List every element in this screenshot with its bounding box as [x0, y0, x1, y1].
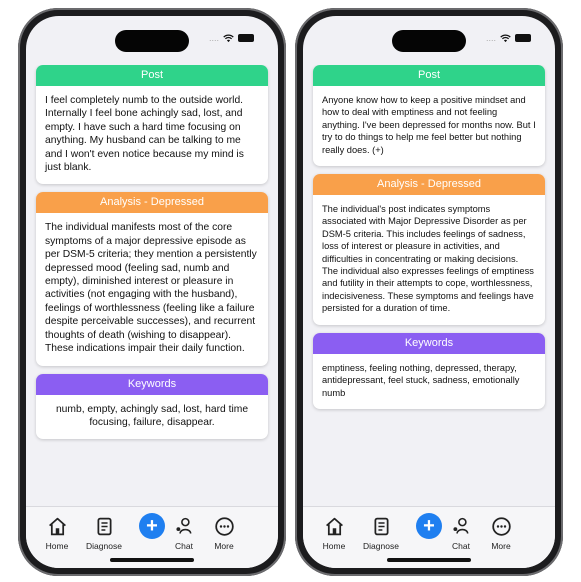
add-button[interactable]: +	[139, 513, 165, 539]
analysis-card-title: Analysis - Depressed	[36, 192, 268, 214]
tab-home-label: Home	[322, 541, 346, 551]
more-icon	[491, 517, 511, 536]
tab-chat[interactable]: Chat	[441, 516, 481, 551]
more-icon	[214, 517, 234, 536]
tab-diagnose-label: Diagnose	[363, 541, 399, 551]
phone-frame-right: .... Post Anyone know how to keep a posi…	[295, 8, 563, 576]
status-bar: ....	[486, 33, 531, 43]
tab-diagnose[interactable]: Diagnose	[84, 516, 124, 551]
phone-screen: .... Post Anyone know how to keep a posi…	[303, 16, 555, 568]
keywords-card: Keywords numb, empty, achingly sad, lost…	[36, 373, 268, 440]
phone-frame-left: .... Post I feel completely numb to the …	[18, 8, 286, 576]
keywords-text: emptiness, feeling nothing, depressed, t…	[322, 362, 520, 398]
tab-more[interactable]: More	[204, 516, 244, 551]
analysis-text: The individual's post indicates symptoms…	[322, 204, 534, 314]
post-card: Post Anyone know how to keep a positive …	[313, 65, 545, 167]
analysis-content: Post Anyone know how to keep a positive …	[303, 65, 555, 506]
post-card-title: Post	[313, 65, 545, 86]
tab-diagnose-label: Diagnose	[86, 541, 122, 551]
post-card-title: Post	[36, 65, 268, 86]
tab-chat-label: Chat	[452, 541, 470, 551]
chat-person-icon	[452, 517, 468, 534]
clipboard-icon	[374, 517, 388, 536]
tab-bar: Home Diagnose + Chat More	[26, 506, 278, 568]
battery-icon	[238, 34, 254, 42]
tab-diagnose[interactable]: Diagnose	[361, 516, 401, 551]
tab-more[interactable]: More	[481, 516, 521, 551]
signal-dots: ....	[485, 33, 496, 43]
tab-chat[interactable]: Chat	[164, 516, 204, 551]
analysis-content: Post I feel completely numb to the outsi…	[26, 65, 278, 506]
analysis-card: Analysis - Depressed The individual mani…	[36, 192, 268, 366]
tab-chat-label: Chat	[175, 541, 193, 551]
wifi-icon	[500, 34, 511, 42]
phone-screen: .... Post I feel completely numb to the …	[26, 16, 278, 568]
analysis-card-title: Analysis - Depressed	[313, 174, 545, 196]
post-text: Anyone know how to keep a positive minds…	[322, 95, 536, 155]
wifi-icon	[223, 34, 234, 42]
tab-home[interactable]: Home	[314, 516, 354, 551]
home-indicator[interactable]	[387, 558, 471, 562]
post-card: Post I feel completely numb to the outsi…	[36, 65, 268, 185]
tab-bar: Home Diagnose + Chat More	[303, 506, 555, 568]
keywords-text: numb, empty, achingly sad, lost, hard ti…	[55, 403, 249, 428]
clipboard-icon	[97, 517, 111, 536]
chat-person-icon	[175, 517, 191, 534]
battery-icon	[515, 34, 531, 42]
analysis-text: The individual manifests most of the cor…	[45, 222, 257, 355]
keywords-card-title: Keywords	[313, 332, 545, 354]
tab-more-label: More	[491, 541, 511, 551]
home-icon	[325, 517, 343, 536]
tab-more-label: More	[214, 541, 234, 551]
signal-dots: ....	[208, 33, 219, 43]
keywords-card: Keywords emptiness, feeling nothing, dep…	[313, 332, 545, 409]
analysis-card: Analysis - Depressed The individual's po…	[313, 174, 545, 325]
home-icon	[48, 517, 66, 536]
add-button[interactable]: +	[416, 513, 442, 539]
post-text: I feel completely numb to the outside wo…	[45, 95, 244, 174]
keywords-card-title: Keywords	[36, 373, 268, 395]
dynamic-island	[115, 30, 189, 52]
dynamic-island	[392, 30, 466, 52]
tab-home-label: Home	[45, 541, 69, 551]
home-indicator[interactable]	[110, 558, 194, 562]
tab-home[interactable]: Home	[37, 516, 77, 551]
status-bar: ....	[209, 33, 254, 43]
